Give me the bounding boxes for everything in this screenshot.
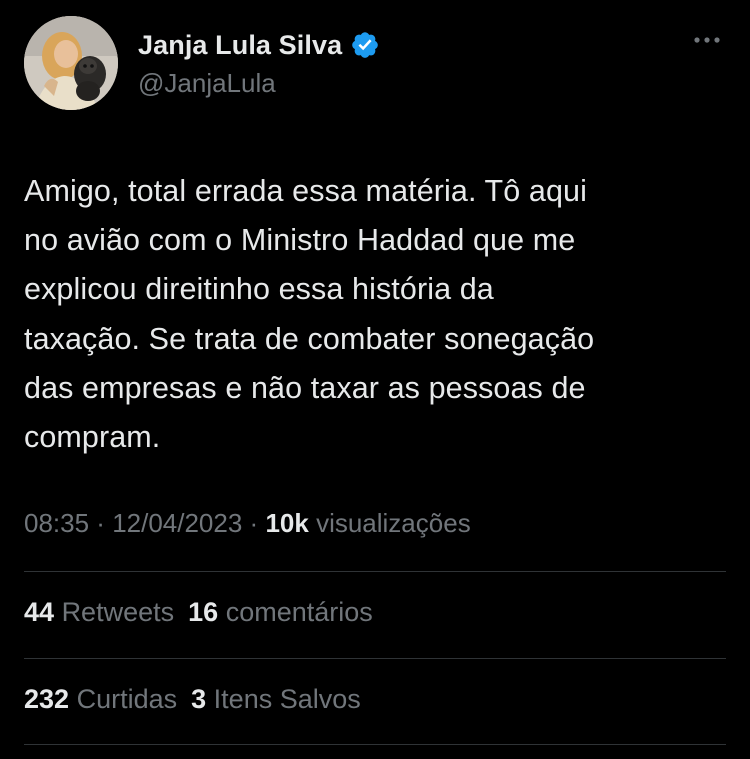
tweet-text: Amigo, total errada essa matéria. Tô aqu… — [24, 174, 595, 455]
likes-count: 232 — [24, 684, 70, 714]
bookmarks-count: 3 — [191, 684, 207, 714]
views-count: 10k — [265, 508, 309, 538]
tweet-date[interactable]: 12/04/2023 — [112, 508, 242, 538]
stats-row-likes: 232 Curtidas 3 Itens Salvos — [24, 684, 375, 715]
author-info: Janja Lula Silva @JanjaLula — [138, 28, 380, 99]
avatar-image — [24, 16, 118, 110]
display-name-row: Janja Lula Silva — [138, 28, 380, 62]
comments-stat[interactable]: 16 comentários — [188, 597, 373, 627]
retweets-count: 44 — [24, 597, 55, 627]
comments-count: 16 — [188, 597, 219, 627]
tweet-detail: Janja Lula Silva @JanjaLula Amigo, total… — [0, 0, 750, 759]
retweets-stat[interactable]: 44 Retweets — [24, 597, 174, 627]
avatar[interactable] — [24, 16, 118, 110]
more-options-icon[interactable] — [692, 30, 722, 50]
divider — [24, 658, 726, 659]
retweets-label: Retweets — [61, 597, 175, 627]
stats-row-engagement: 44 Retweets 16 comentários — [24, 597, 387, 628]
views-label: visualizações — [316, 508, 471, 538]
tweet-time[interactable]: 08:35 — [24, 508, 89, 538]
verified-badge-icon[interactable] — [350, 30, 380, 60]
tweet-header: Janja Lula Silva @JanjaLula — [24, 16, 726, 112]
likes-label: Curtidas — [76, 684, 178, 714]
bookmarks-stat[interactable]: 3 Itens Salvos — [191, 684, 361, 714]
meta-separator: · — [89, 508, 113, 538]
likes-stat[interactable]: 232 Curtidas — [24, 684, 177, 714]
comments-label: comentários — [225, 597, 373, 627]
divider — [24, 744, 726, 745]
display-name[interactable]: Janja Lula Silva — [138, 30, 342, 61]
bookmarks-label: Itens Salvos — [213, 684, 361, 714]
meta-separator: · — [242, 508, 266, 538]
divider — [24, 571, 726, 572]
tweet-meta: 08:35 · 12/04/2023 · 10k visualizações — [24, 508, 471, 539]
author-handle[interactable]: @JanjaLula — [138, 68, 380, 99]
